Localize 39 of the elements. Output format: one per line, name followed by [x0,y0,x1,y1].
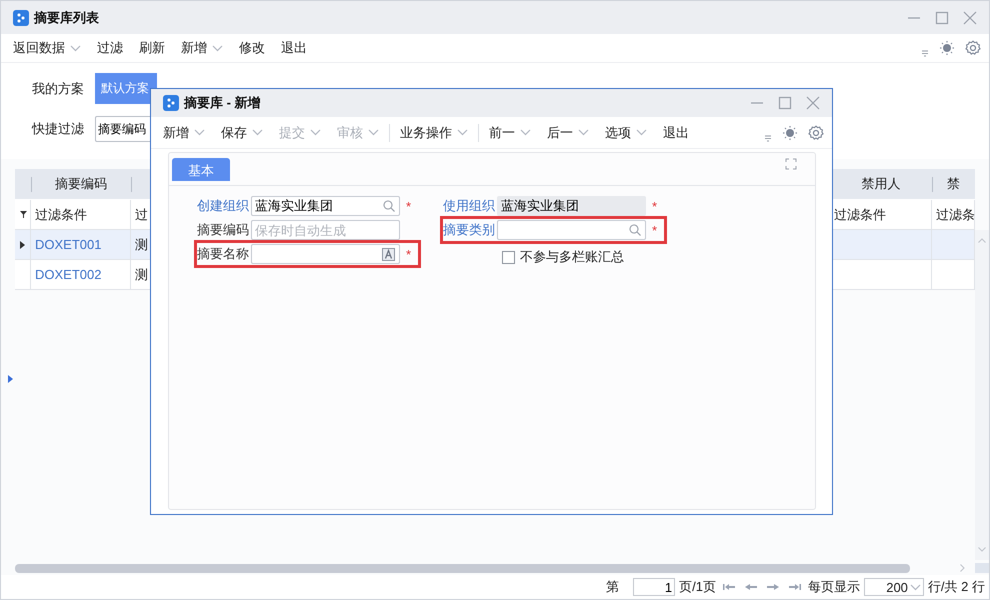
window-title: 摘要库列表 [34,8,99,26]
toolbar-button[interactable]: 后一 [539,122,597,144]
page-input[interactable]: 1 [633,578,676,596]
pager-label: 行/共 2 行 [928,578,985,596]
toolbar-button[interactable]: 前一 [481,122,539,144]
header-cell[interactable]: 摘要编码 [31,169,131,200]
toolbar-button[interactable]: 业务操作 [392,122,476,144]
toolbar-button[interactable]: 返回数据 [5,37,89,59]
checkbox-label: 不参与多栏账汇总 [520,248,624,266]
code-link[interactable]: DOXET002 [35,267,102,282]
pager-label: 第 [606,578,620,596]
required-mark: * [406,198,412,214]
pager-label: 页/1页 [679,578,716,596]
quick-filter-label: 快捷过滤 [32,120,85,138]
pager-label: 每页显示 [808,578,860,596]
toolbar-button[interactable]: 退出 [655,122,697,144]
header-cell[interactable]: 禁用人 [830,169,932,200]
toolbar-button[interactable]: 刷新 [131,37,173,59]
toolbar-button[interactable]: 过滤 [89,37,131,59]
scheme-label: 我的方案 [32,80,85,98]
filter-cell[interactable]: 过滤条件 [830,200,932,230]
filter-cell[interactable]: 过滤条 [932,200,975,230]
toolbar-button[interactable]: 选项 [597,122,655,144]
filter-cell[interactable]: 过滤条件 [31,200,131,230]
toolbar-button[interactable]: 退出 [273,37,315,59]
toolbar-button[interactable]: 修改 [231,37,273,59]
toolbar-button[interactable]: 保存 [213,122,271,144]
required-mark: * [652,222,658,238]
dialog-title: 摘要库 - 新增 [184,94,261,112]
required-mark: * [652,198,658,214]
toolbar-button[interactable]: 新增 [173,37,231,59]
input-field[interactable]: 蓝海实业集团 [251,196,400,216]
code-link[interactable]: DOXET001 [35,237,102,252]
toolbar-button[interactable]: 新增 [155,122,213,144]
page-size-select[interactable]: 200 [864,578,924,596]
required-mark: * [406,246,412,262]
input-field[interactable]: 保存时自动生成 [251,220,400,240]
input-field: 蓝海实业集团 [497,196,646,216]
header-cell[interactable]: 禁 [932,169,975,200]
